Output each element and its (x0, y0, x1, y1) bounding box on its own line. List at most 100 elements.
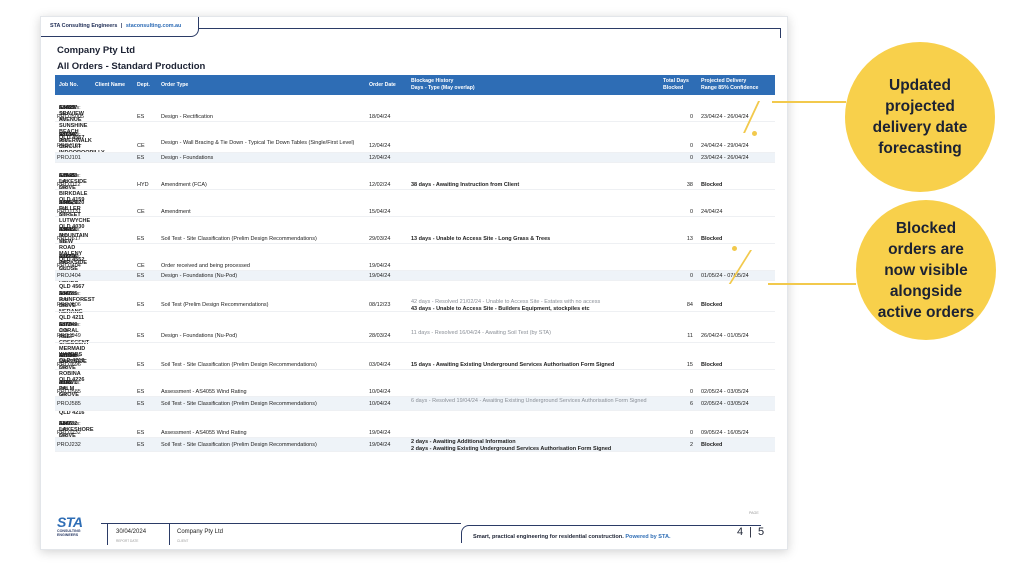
delivery-range: 24/04/24 - 29/04/24 (701, 143, 749, 149)
job-no: PROJ112 (57, 182, 81, 188)
dept: CE (137, 263, 145, 269)
blockage-resolved: 11 days - Resolved 16/04/24 - Awaiting S… (411, 330, 551, 336)
leader-dot (752, 131, 757, 136)
page-sep: | (749, 526, 752, 538)
sta-job-no: 629483 (59, 173, 78, 179)
order-type: Soil Test (Prelim Design Recommendations… (161, 302, 269, 308)
client-label: CLIENT (177, 539, 189, 543)
callout-blocked: Blocked orders are now visible alongside… (856, 200, 996, 340)
address-row: Address: Lot 5, 120 FULLER STREET LUTWYC… (55, 196, 775, 230)
report-date-label: REPORT DATE (116, 539, 139, 543)
dept: CE (137, 143, 145, 149)
address-text: Address: Lot 6 LAKESHORE DRIVE MOOLOOLAB… (57, 419, 99, 451)
address-text: Address: Lot 13 LAKESIDE DRIVE ROBINA QL… (57, 351, 87, 383)
report-page: STA Consulting Engineers | staconsulting… (40, 16, 788, 550)
order-date: 12/04/24 (369, 155, 391, 161)
sta-job-no: 814732 (59, 421, 78, 427)
col-client: Client Name (95, 82, 125, 88)
blockage-active: 38 days - Awaiting Instruction from Clie… (411, 182, 520, 188)
firm-name: STA Consulting Engineers (50, 23, 118, 29)
delivery-range: 26/04/24 - 01/05/24 (701, 333, 749, 339)
order-date: 28/03/24 (369, 333, 391, 339)
job-no: PROJ585 (57, 389, 81, 395)
job-no: PROJ232 (57, 430, 81, 436)
days-blocked: 11 (687, 333, 693, 339)
address-row: Address: Lot 9 CORAL REEF CRESCENT MERMA… (55, 318, 775, 364)
sta-job-no: 981347 (59, 132, 78, 138)
days-blocked: 15 (686, 362, 693, 368)
blockage-resolved: 6 days - Resolved 19/04/24 - Awaiting Ex… (411, 398, 647, 404)
table-row: PROJ131 CE Amendment 15/04/24 0 24/04/24 (55, 207, 775, 217)
dept: ES (137, 333, 145, 339)
header-rule (199, 28, 781, 38)
blockage-resolved: 42 days - Resolved 21/02/24 - Unable to … (411, 299, 601, 305)
address-row: Address: Lot 5 RAINFOREST DRIVE NERANG Q… (55, 287, 775, 321)
sta-job-no: 574629 (59, 200, 78, 206)
days-blocked: 0 (689, 114, 693, 120)
job-no: PROJ101 (57, 143, 81, 149)
footer-divider (169, 523, 170, 545)
page-total: 5 (757, 526, 765, 538)
table-row: PROJ404 ES Design - Foundations (Nu-Pod) 19… (55, 271, 775, 281)
dept: CE (137, 209, 145, 215)
job-no: PROJ949 (57, 333, 81, 339)
address-text: Address: Lot 9 CORAL REEF CRESCENT MERMA… (57, 320, 89, 364)
address-row: Address: Lot 2 PALM GROVE PARADISE POINT… (55, 376, 775, 416)
order-type: Assessment - AS4055 Wind Rating (161, 430, 247, 436)
dept: ES (137, 362, 145, 368)
dept: ES (137, 114, 145, 120)
callout-line: Blocked (895, 219, 957, 237)
dept: ES (137, 442, 145, 448)
order-type: Design - Foundations (Nu-Pod) (161, 273, 238, 279)
dept: ES (137, 273, 145, 279)
sta-job-no: 836451 (59, 227, 78, 233)
tagline: Smart, practical engineering for residen… (473, 534, 671, 540)
job-no: PROJ696 (57, 362, 81, 368)
col-order-date: Order Date (369, 82, 396, 88)
sta-job-no: 821946 (59, 353, 78, 359)
order-date: 10/04/24 (369, 389, 391, 395)
firm-tab: STA Consulting Engineers | staconsulting… (41, 17, 199, 37)
order-type: Soil Test - Site Classification (Prelim … (161, 401, 317, 407)
order-type: Design - Foundations (161, 155, 214, 161)
order-type: Amendment (161, 209, 191, 215)
address-text: Address: Lot 25 LAKESIDE DRIVE BIRKDALE … (57, 171, 87, 203)
table-row: PROJ606 ES Soil Test (Prelim Design Recomm… (55, 298, 775, 312)
firm-sep: | (120, 23, 123, 29)
order-date: 12/04/24 (369, 143, 391, 149)
address-row: Address: Lot 6 LAKESHORE DRIVE MOOLOOLAB… (55, 417, 775, 451)
order-date: 19/04/24 (369, 430, 391, 436)
blocked-status: Blocked (701, 302, 723, 308)
client-name: Company Pty Ltd (177, 529, 224, 535)
job-no: PROJ606 (57, 302, 81, 308)
report-date: 30/04/2024 (116, 529, 147, 535)
order-type: Soil Test - Site Classification (Prelim … (161, 236, 317, 242)
job-no: PROJ585 (57, 401, 81, 407)
callout-line: delivery date (872, 119, 968, 136)
footer-divider (107, 523, 108, 545)
address-row: Address: Lot 19 MOUNTAIN VIEW ROAD MALEN… (55, 223, 775, 263)
firm-url[interactable]: staconsulting.com.au (126, 23, 181, 29)
table-row: PROJ585 ES Assessment - AS4055 Wind Rating… (55, 387, 775, 397)
order-type: Design - Wall Bracing & Tie Down - Typic… (161, 140, 355, 146)
address-row: Address: Lot 10 RIVERWALK CIRCUIT INDOOR… (55, 128, 775, 162)
callout-forecasting: Updated projected delivery date forecast… (845, 42, 995, 192)
callout-line: projected (885, 98, 955, 115)
order-type: Design - Foundations (Nu-Pod) (161, 333, 238, 339)
order-type: Order received and being processed (161, 263, 250, 269)
logo-mark: STA (57, 514, 83, 530)
table-row: PROJ696 ES Soil Test - Site Classification… (55, 360, 775, 370)
address-row: Address: Lot 29 SEAVIEW AVENUE SUNSHINE … (55, 101, 775, 141)
job-no: PROJ404 (57, 263, 81, 269)
sta-job-no: 492716 (59, 254, 78, 260)
table-row: PROJ949 ES Design - Foundations (Nu-Pod) 28… (55, 329, 775, 343)
order-date: 29/03/24 (369, 236, 391, 242)
job-no: PROJ131 (57, 209, 81, 215)
leader-line (768, 283, 856, 285)
address-text: Address: Lot 2 PALM GROVE PARADISE POINT… (57, 378, 87, 416)
table-row: PROJ404 CE Order received and being proces… (55, 261, 775, 271)
dept: HYD (137, 182, 149, 188)
report-title: All Orders - Standard Production (57, 61, 206, 72)
sta-job-no: 493871 (59, 380, 78, 386)
sta-logo: STA CONSULTING ENGINEERS (57, 515, 97, 537)
